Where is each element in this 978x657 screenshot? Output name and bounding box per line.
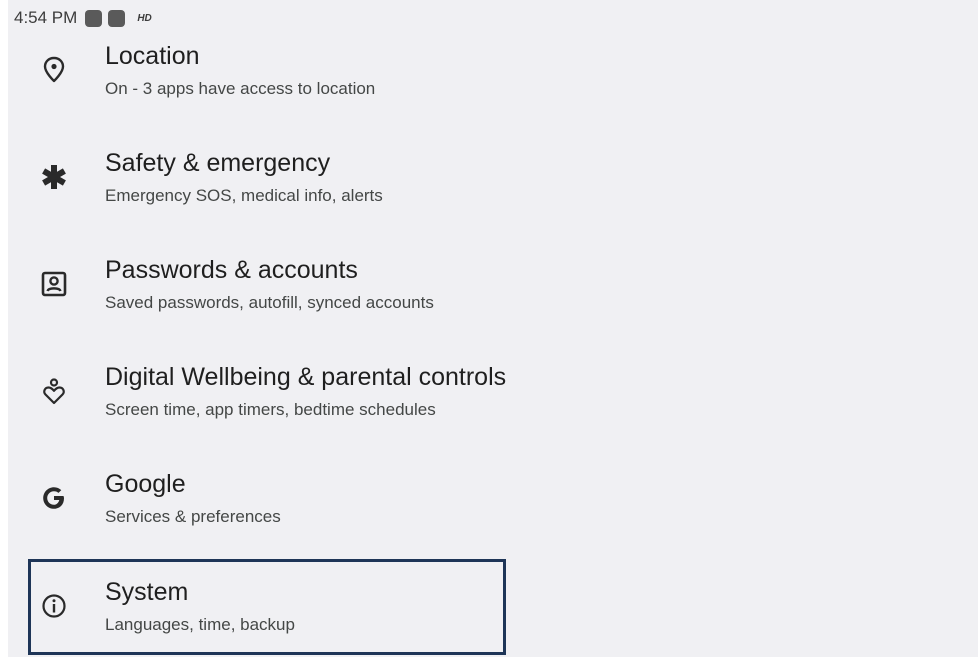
setting-title: Google <box>105 470 186 498</box>
setting-title: Digital Wellbeing & parental controls <box>105 363 507 391</box>
setting-item-location[interactable]: Location On - 3 apps have access to loca… <box>28 38 506 134</box>
google-g-icon <box>38 482 70 514</box>
setting-title: Passwords & accounts <box>105 256 358 284</box>
setting-title: Location <box>105 42 200 70</box>
account-box-icon <box>38 268 70 300</box>
settings-screen: 4:54 PM HD Location On - 3 apps have acc… <box>0 0 978 657</box>
setting-item-system[interactable]: System Languages, time, backup <box>28 559 506 655</box>
status-time: 4:54 PM <box>14 8 78 27</box>
setting-summary: Saved passwords, autofill, synced accoun… <box>105 293 434 312</box>
status-bar: 4:54 PM HD <box>14 6 152 30</box>
setting-summary: Services & preferences <box>105 507 281 526</box>
setting-item-google[interactable]: Google Services & preferences <box>28 466 506 562</box>
setting-item-safety-emergency[interactable]: Safety & emergency Emergency SOS, medica… <box>28 145 506 241</box>
notification-icon <box>85 9 103 27</box>
setting-summary: Screen time, app timers, bedtime schedul… <box>105 400 436 419</box>
hd-icon: HD <box>137 12 152 24</box>
setting-title: System <box>105 578 189 606</box>
setting-item-passwords-accounts[interactable]: Passwords & accounts Saved passwords, au… <box>28 252 506 348</box>
info-icon <box>38 590 70 622</box>
setting-summary: Emergency SOS, medical info, alerts <box>105 186 383 205</box>
location-pin-icon <box>38 54 70 86</box>
left-edge <box>0 0 8 657</box>
setting-summary: On - 3 apps have access to location <box>105 79 376 98</box>
setting-summary: Languages, time, backup <box>105 615 295 634</box>
setting-item-digital-wellbeing[interactable]: Digital Wellbeing & parental controls Sc… <box>28 359 506 455</box>
asterisk-icon <box>38 161 70 193</box>
wellbeing-icon <box>38 375 70 407</box>
notification-icon <box>108 9 126 27</box>
setting-title: Safety & emergency <box>105 149 331 177</box>
